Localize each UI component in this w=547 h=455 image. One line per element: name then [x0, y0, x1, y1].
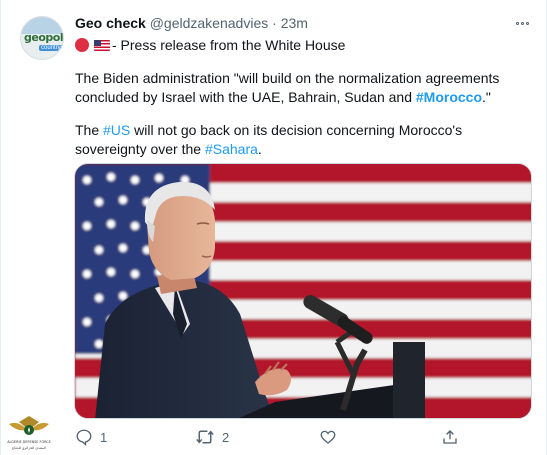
hashtag-us[interactable]: #US — [103, 122, 130, 138]
author-handle[interactable]: @geldzakenadvies — [150, 15, 269, 31]
tweet-photo[interactable] — [74, 163, 532, 419]
us-flag-emoji — [94, 39, 110, 51]
avatar-logo-subtext: country — [39, 45, 63, 51]
reply-button[interactable]: 1 — [75, 428, 107, 446]
avatar[interactable]: geopoli country — [20, 16, 64, 60]
avatar-logo-text: geopoli — [24, 31, 64, 44]
reply-count: 1 — [100, 429, 108, 445]
tweet-header: Geo check @geldzakenadvies · 23m — [75, 15, 308, 31]
watermark-line2: المنتدى الجزائري للدفاع — [12, 446, 46, 450]
retweet-button[interactable]: 2 — [195, 428, 229, 446]
tweet-card[interactable]: geopoli country Geo check @geldzakenadvi… — [0, 0, 547, 455]
paragraph-2-middle: will not go back on its decision concern… — [75, 122, 463, 157]
author-name[interactable]: Geo check — [75, 15, 146, 31]
heart-icon — [320, 430, 336, 444]
red-circle-emoji — [75, 38, 89, 52]
tweet-first-line: - Press release from the White House — [75, 36, 345, 54]
photo-illustration — [75, 164, 531, 418]
press-release-text: - Press release from the White House — [112, 37, 346, 53]
share-button[interactable] — [441, 428, 459, 446]
like-button[interactable] — [319, 428, 337, 446]
paragraph-2-start: The — [75, 122, 104, 138]
tweet-paragraph-2: The #US will not go back on its decision… — [75, 121, 537, 159]
timestamp[interactable]: 23m — [281, 15, 308, 31]
reply-icon — [76, 429, 92, 446]
retweet-count: 2 — [222, 429, 230, 445]
tweet-paragraph-1: The Biden administration "will build on … — [75, 69, 537, 107]
paragraph-2-end: . — [257, 141, 262, 157]
more-horizontal-icon — [515, 21, 519, 25]
hashtag-sahara[interactable]: #Sahara — [205, 141, 258, 157]
share-icon — [443, 430, 457, 444]
more-options-button[interactable] — [509, 14, 535, 32]
separator-dot: · — [272, 15, 277, 31]
watermark-logo: ALGERIE DEFENSE FORCE المنتدى الجزائري ل… — [7, 416, 51, 450]
hashtag-morocco[interactable]: #Morocco — [416, 89, 482, 105]
paragraph-1-end: ." — [482, 89, 491, 105]
tweet-actions: 1 2 — [75, 428, 475, 446]
watermark-line1: ALGERIE DEFENSE FORCE — [7, 440, 51, 444]
retweet-icon — [196, 430, 214, 444]
